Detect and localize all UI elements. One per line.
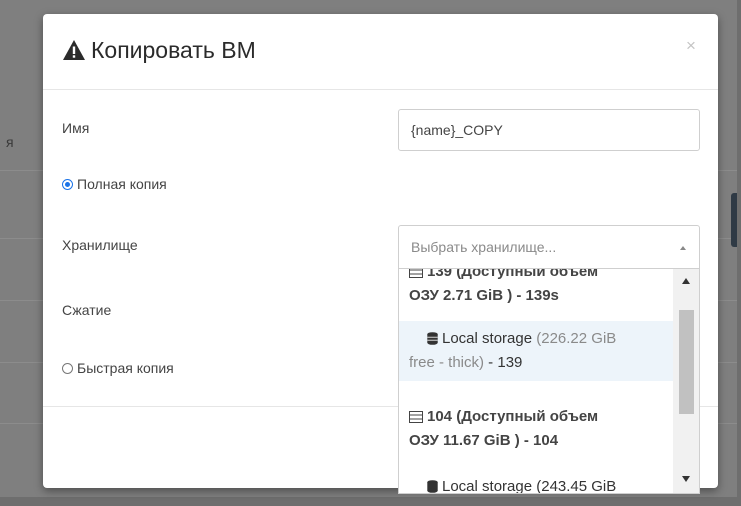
compression-label: Сжатие: [62, 302, 112, 318]
storage-placeholder: Выбрать хранилище...: [411, 239, 557, 255]
fast-copy-label: Быстрая копия: [77, 360, 174, 376]
backdrop-partial-label: я: [6, 134, 14, 150]
scroll-up-icon[interactable]: [682, 278, 690, 284]
dialog-title: Копировать ВМ: [91, 37, 256, 63]
name-label: Имя: [62, 120, 90, 136]
group-104-line1: 104 (Доступный объем: [427, 408, 599, 425]
caret-up-icon: [680, 246, 686, 250]
full-copy-option[interactable]: Полная копия: [62, 176, 167, 192]
option-139-name: Local storage: [442, 330, 533, 347]
group-104-line2: ОЗУ 11.67 GiB ) - 104: [409, 432, 559, 449]
full-copy-label: Полная копия: [77, 176, 167, 192]
fast-copy-radio[interactable]: [62, 362, 73, 374]
copy-vm-dialog: Копировать ВМ × Имя Полная копия Хранили…: [43, 14, 718, 494]
storage-group-139: 139 (Доступный объем ОЗУ 2.71 GiB ) - 13…: [399, 269, 673, 308]
storage-dropdown-list: 139 (Доступный объем ОЗУ 2.71 GiB ) - 13…: [398, 269, 700, 494]
name-input[interactable]: [398, 109, 700, 151]
option-104-partial: Local storage (243.45 GiB: [442, 478, 617, 494]
dialog-header: Копировать ВМ ×: [43, 14, 718, 90]
storage-option-local-104[interactable]: Local storage (243.45 GiB: [399, 475, 673, 494]
scroll-down-icon[interactable]: [682, 476, 690, 482]
close-button[interactable]: ×: [681, 36, 701, 56]
fast-copy-option[interactable]: Быстрая копия: [62, 360, 174, 376]
storage-group-104: 104 (Доступный объем ОЗУ 11.67 GiB ) - 1…: [399, 405, 673, 453]
server-icon: [409, 269, 423, 278]
warning-icon: [63, 40, 85, 60]
storage-option-local-139[interactable]: Local storage (226.22 GiB free - thick) …: [399, 321, 673, 381]
group-139-line2: ОЗУ 2.71 GiB ) - 139s: [409, 287, 559, 304]
full-copy-radio[interactable]: [62, 178, 73, 190]
backdrop-edge: [737, 0, 741, 506]
backdrop-edge: [0, 497, 741, 506]
database-icon: [427, 480, 438, 493]
group-139-line1: 139 (Доступный объем: [427, 269, 599, 280]
storage-label: Хранилище: [62, 237, 138, 253]
option-139-detail-b: free - thick): [409, 354, 485, 371]
option-139-suffix: - 139: [484, 354, 523, 371]
dropdown-scrollbar[interactable]: [673, 269, 699, 493]
server-icon: [409, 411, 423, 423]
database-icon: [427, 332, 438, 345]
scroll-thumb[interactable]: [679, 310, 694, 414]
option-139-detail-a: (226.22 GiB: [536, 330, 617, 347]
storage-select[interactable]: Выбрать хранилище...: [398, 225, 700, 269]
